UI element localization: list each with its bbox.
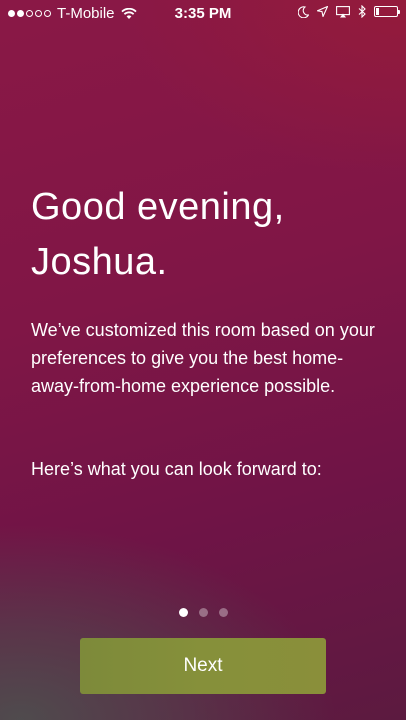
page-indicator <box>0 608 406 617</box>
lead-in-text: Here’s what you can look forward to: <box>31 459 322 479</box>
status-bar: T-Mobile 3:35 PM <box>0 0 406 28</box>
bluetooth-icon <box>358 5 366 18</box>
battery-level <box>376 8 379 15</box>
page-dot[interactable] <box>178 608 188 617</box>
location-arrow-icon <box>317 6 328 17</box>
airplay-icon <box>336 5 350 18</box>
status-bar-right <box>298 5 400 18</box>
page-dot[interactable] <box>218 608 228 617</box>
battery-icon <box>374 6 400 17</box>
next-button[interactable]: Next <box>80 638 326 694</box>
welcome-screen: T-Mobile 3:35 PM Good evening, Joshua. W… <box>0 0 406 720</box>
greeting-heading: Good evening, Joshua. <box>31 186 285 283</box>
moon-icon <box>298 5 309 18</box>
page-dot[interactable] <box>198 608 208 617</box>
welcome-message: We’ve customized this room based on your… <box>31 320 375 396</box>
